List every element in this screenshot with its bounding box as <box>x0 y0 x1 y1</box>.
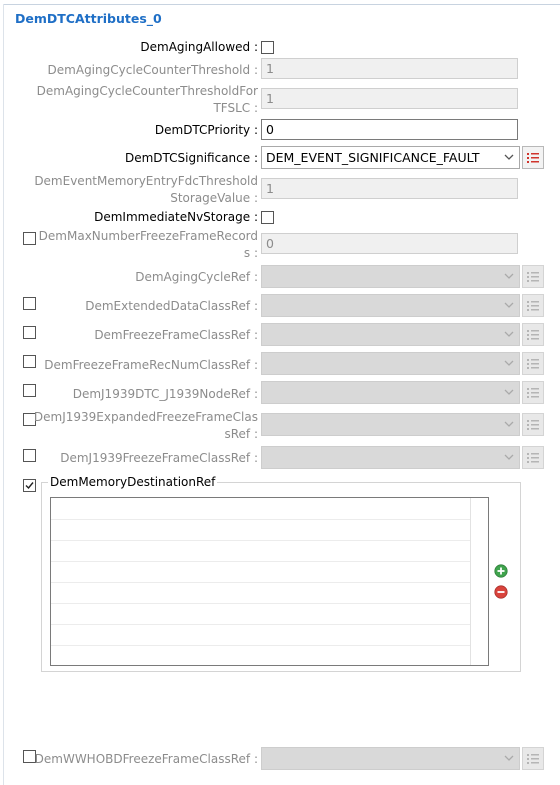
label-line: DemJ1939ExpandedFreezeFrameClas <box>33 410 258 424</box>
list-icon <box>527 754 539 764</box>
chevron-down-icon <box>504 154 514 160</box>
table-row[interactable] <box>51 603 470 604</box>
dtc-significance-value: DEM_EVENT_SIGNIFICANCE_FAULT <box>266 150 480 165</box>
chevron-down-icon <box>504 389 514 395</box>
label-line: s : <box>243 246 258 260</box>
max-number-freeze-frame-records-input[interactable]: 0 <box>261 233 518 254</box>
dtc-significance-list-button[interactable] <box>522 146 544 169</box>
remove-icon[interactable] <box>494 585 508 599</box>
label-line: DemAgingCycleCounterThresholdFor <box>36 84 258 98</box>
immediate-nv-storage-checkbox[interactable] <box>261 211 274 224</box>
aging-allowed-checkbox[interactable] <box>261 41 274 54</box>
section-title: DemDTCAttributes_0 <box>15 11 162 26</box>
label-line: sRef : <box>224 427 258 441</box>
list-icon <box>527 359 539 369</box>
label-line: DemEventMemoryEntryFdcThreshold <box>34 174 258 188</box>
wwhobd-freeze-frame-class-ref-select[interactable] <box>261 747 520 770</box>
extended-data-class-ref-list-button[interactable] <box>522 294 544 317</box>
max-number-freeze-frame-records-label: DemMaxNumberFreezeFrameRecord s : <box>39 228 258 262</box>
dtc-significance-select[interactable]: DEM_EVENT_SIGNIFICANCE_FAULT <box>261 146 520 169</box>
aging-cycle-counter-threshold-tfslc-label: DemAgingCycleCounterThresholdFor TFSLC : <box>37 83 258 117</box>
j1939-freeze-frame-class-ref-label: DemJ1939FreezeFrameClassRef : <box>60 451 258 465</box>
chevron-down-icon <box>504 454 514 460</box>
j1939-freeze-frame-class-ref-select[interactable] <box>261 446 520 469</box>
j1939-dtc-node-ref-enable-checkbox[interactable] <box>23 384 36 397</box>
wwhobd-freeze-frame-class-ref-label: DemWWHOBDFreezeFrameClassRef : <box>34 752 258 766</box>
j1939-expanded-freeze-frame-class-ref-label: DemJ1939ExpandedFreezeFrameClas sRef : <box>34 409 258 443</box>
j1939-dtc-node-ref-list-button[interactable] <box>522 381 544 404</box>
aging-cycle-counter-threshold-tfslc-input[interactable]: 1 <box>261 88 518 109</box>
max-number-freeze-frame-records-enable-checkbox[interactable] <box>23 232 36 245</box>
freeze-frame-rec-num-class-ref-label: DemFreezeFrameRecNumClassRef : <box>44 358 258 372</box>
panel-top-border <box>3 4 560 5</box>
table-row[interactable] <box>51 582 470 583</box>
wwhobd-freeze-frame-class-ref-list-button[interactable] <box>522 747 544 770</box>
freeze-frame-class-ref-list-button[interactable] <box>522 323 544 346</box>
extended-data-class-ref-enable-checkbox[interactable] <box>23 297 36 310</box>
table-row[interactable] <box>51 645 470 646</box>
j1939-dtc-node-ref-select[interactable] <box>261 381 520 404</box>
dtc-priority-input[interactable]: 0 <box>261 119 518 140</box>
event-memory-entry-fdc-label: DemEventMemoryEntryFdcThreshold StorageV… <box>34 173 258 207</box>
freeze-frame-class-ref-enable-checkbox[interactable] <box>23 326 36 339</box>
freeze-frame-rec-num-class-ref-list-button[interactable] <box>522 352 544 375</box>
list-icon <box>527 301 539 311</box>
checkmark-icon <box>25 482 34 490</box>
freeze-frame-rec-num-class-ref-enable-checkbox[interactable] <box>23 355 36 368</box>
dtc-significance-label: DemDTCSignificance : <box>124 151 258 165</box>
table-row[interactable] <box>51 519 470 520</box>
aging-cycle-counter-threshold-label: DemAgingCycleCounterThreshold : <box>47 63 258 77</box>
panel-left-border <box>3 4 4 785</box>
label-line: DemMaxNumberFreezeFrameRecord <box>38 229 258 243</box>
chevron-down-icon <box>504 331 514 337</box>
event-memory-entry-fdc-input[interactable]: 1 <box>261 178 518 199</box>
j1939-freeze-frame-class-ref-list-button[interactable] <box>522 446 544 469</box>
memory-destination-ref-label: DemMemoryDestinationRef <box>48 475 218 489</box>
freeze-frame-class-ref-select[interactable] <box>261 323 520 346</box>
memory-destination-ref-enable-checkbox[interactable] <box>23 479 36 492</box>
list-icon <box>527 388 539 398</box>
aging-allowed-label: DemAgingAllowed : <box>140 40 258 54</box>
aging-cycle-counter-threshold-input[interactable]: 1 <box>261 58 518 79</box>
memory-destination-ref-table[interactable] <box>50 497 489 666</box>
chevron-down-icon <box>504 421 514 427</box>
extended-data-class-ref-select[interactable] <box>261 294 520 317</box>
extended-data-class-ref-label: DemExtendedDataClassRef : <box>85 299 258 313</box>
freeze-frame-class-ref-label: DemFreezeFrameClassRef : <box>94 328 258 342</box>
aging-cycle-ref-label: DemAgingCycleRef : <box>135 270 258 284</box>
j1939-expanded-freeze-frame-class-ref-select[interactable] <box>261 413 520 436</box>
list-icon <box>527 420 539 430</box>
dtc-priority-label: DemDTCPriority : <box>154 123 258 137</box>
add-icon[interactable] <box>494 564 508 578</box>
j1939-expanded-freeze-frame-class-ref-list-button[interactable] <box>522 413 544 436</box>
chevron-down-icon <box>504 273 514 279</box>
freeze-frame-rec-num-class-ref-select[interactable] <box>261 352 520 375</box>
list-icon <box>527 272 539 282</box>
table-row[interactable] <box>51 624 470 625</box>
list-icon <box>527 453 539 463</box>
immediate-nv-storage-label: DemImmediateNvStorage : <box>94 210 258 224</box>
label-line: TFSLC : <box>213 101 258 115</box>
j1939-dtc-node-ref-label: DemJ1939DTC_J1939NodeRef : <box>72 387 258 401</box>
list-icon <box>527 153 539 163</box>
chevron-down-icon <box>504 302 514 308</box>
table-column-divider <box>470 498 471 665</box>
table-row[interactable] <box>51 561 470 562</box>
label-line: StorageValue : <box>170 191 258 205</box>
chevron-down-icon <box>504 755 514 761</box>
chevron-down-icon <box>504 360 514 366</box>
aging-cycle-ref-list-button[interactable] <box>522 265 544 288</box>
j1939-freeze-frame-class-ref-enable-checkbox[interactable] <box>23 449 36 462</box>
table-row[interactable] <box>51 540 470 541</box>
list-icon <box>527 330 539 340</box>
aging-cycle-ref-select[interactable] <box>261 265 520 288</box>
